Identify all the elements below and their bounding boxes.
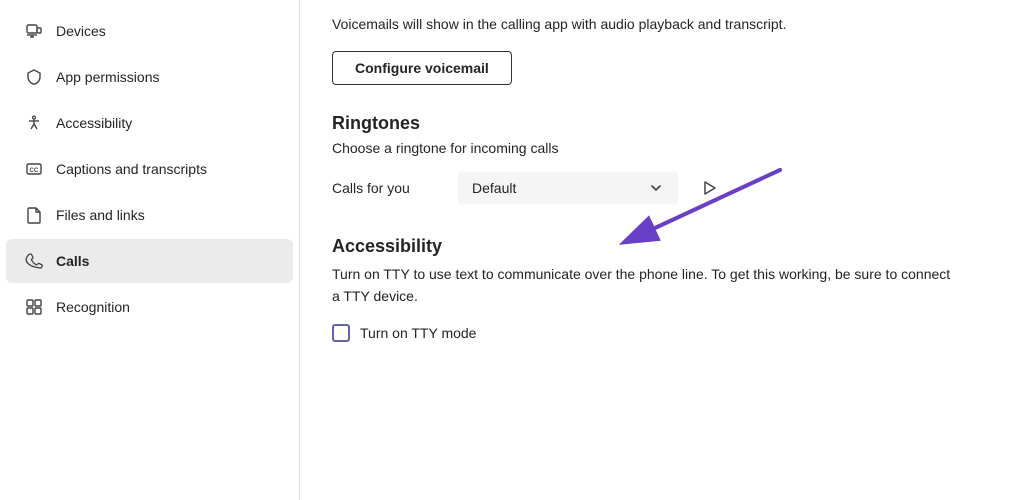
main-content: Voicemails will show in the calling app … <box>300 0 1018 500</box>
sidebar: Devices App permissions Accessibility CC <box>0 0 300 500</box>
sidebar-item-accessibility[interactable]: Accessibility <box>6 101 293 145</box>
tty-checkbox[interactable] <box>332 324 350 342</box>
chevron-down-icon <box>648 180 664 196</box>
accessibility-desc: Turn on TTY to use text to communicate o… <box>332 263 952 308</box>
calls-for-you-label: Calls for you <box>332 180 442 196</box>
voicemail-text: Voicemails will show in the calling app … <box>332 0 986 35</box>
play-icon <box>698 177 720 199</box>
sidebar-item-accessibility-label: Accessibility <box>56 115 132 131</box>
accessibility-icon <box>24 113 44 133</box>
ringtone-dropdown[interactable]: Default <box>458 172 678 204</box>
sidebar-item-app-permissions[interactable]: App permissions <box>6 55 293 99</box>
ringtones-section: Ringtones Choose a ringtone for incoming… <box>332 113 986 204</box>
sidebar-item-files-links[interactable]: Files and links <box>6 193 293 237</box>
sidebar-item-captions[interactable]: CC Captions and transcripts <box>6 147 293 191</box>
accessibility-title: Accessibility <box>332 236 986 257</box>
tty-label: Turn on TTY mode <box>360 325 476 341</box>
sidebar-item-captions-label: Captions and transcripts <box>56 161 207 177</box>
sidebar-item-devices-label: Devices <box>56 23 106 39</box>
ringtones-subtitle: Choose a ringtone for incoming calls <box>332 140 986 156</box>
configure-voicemail-button[interactable]: Configure voicemail <box>332 51 512 85</box>
cc-icon: CC <box>24 159 44 179</box>
tty-row: Turn on TTY mode <box>332 324 986 342</box>
phone-icon <box>24 251 44 271</box>
calls-for-you-row: Calls for you Default <box>332 172 986 204</box>
ringtone-play-button[interactable] <box>694 173 724 203</box>
sidebar-item-files-links-label: Files and links <box>56 207 145 223</box>
grid-icon <box>24 297 44 317</box>
svg-text:CC: CC <box>30 168 39 174</box>
sidebar-item-app-permissions-label: App permissions <box>56 69 160 85</box>
ringtone-selected-value: Default <box>472 180 640 196</box>
ringtones-title: Ringtones <box>332 113 986 134</box>
accessibility-section: Accessibility Turn on TTY to use text to… <box>332 236 986 342</box>
sidebar-item-recognition-label: Recognition <box>56 299 130 315</box>
sidebar-item-recognition[interactable]: Recognition <box>6 285 293 329</box>
sidebar-item-calls-label: Calls <box>56 253 89 269</box>
shield-icon <box>24 67 44 87</box>
sidebar-item-devices[interactable]: Devices <box>6 9 293 53</box>
sidebar-item-calls[interactable]: Calls <box>6 239 293 283</box>
file-icon <box>24 205 44 225</box>
device-icon <box>24 21 44 41</box>
